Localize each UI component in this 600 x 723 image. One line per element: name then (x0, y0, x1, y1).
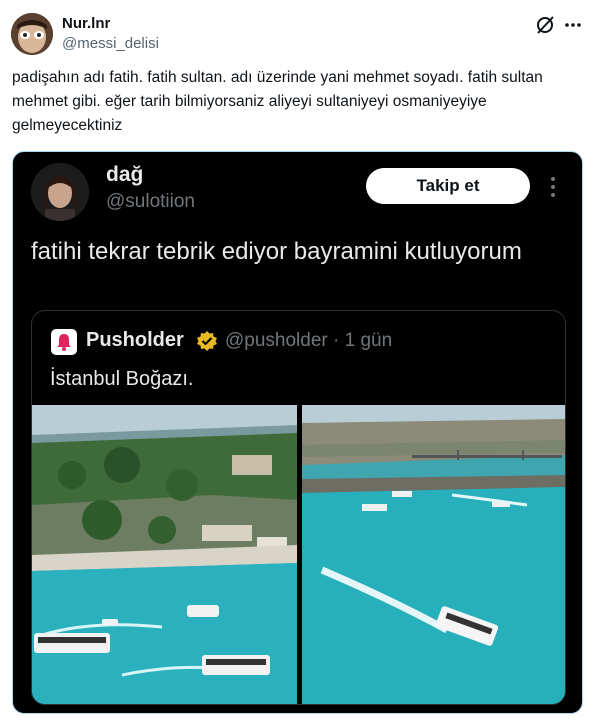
embedded-avatar[interactable] (31, 163, 89, 221)
verified-badge-icon (196, 330, 218, 352)
grok-slash-icon[interactable] (534, 14, 556, 36)
quoted-author-handle[interactable]: @pusholder · 1 gün (225, 330, 392, 352)
photo-golden-horn[interactable] (302, 405, 565, 704)
embedded-post[interactable]: dağ @sulotiion Takip et fatihi tekrar te… (12, 151, 583, 714)
quoted-author-name[interactable]: Pusholder (86, 329, 184, 352)
quoted-handle-text[interactable]: @pusholder (225, 330, 328, 351)
follow-button[interactable]: Takip et (366, 168, 530, 204)
bell-icon (51, 329, 77, 355)
quoted-post[interactable]: Pusholder @pusholder · 1 gün İstanbul Bo… (31, 310, 566, 705)
embedded-author-handle[interactable]: @sulotiion (106, 191, 195, 213)
author-handle[interactable]: @messi_delisi (62, 35, 159, 52)
quoted-timestamp[interactable]: · 1 gün (333, 330, 392, 351)
embedded-post-text: fatihi tekrar tebrik ediyor bayramini ku… (31, 238, 522, 265)
embedded-author-name[interactable]: dağ (106, 163, 143, 187)
tweet-text: padişahın adı fatih. fatih sultan. adı ü… (12, 69, 543, 134)
avatar[interactable] (11, 13, 53, 55)
author-name[interactable]: Nur.lnr (62, 15, 110, 32)
more-horizontal-icon[interactable] (562, 14, 584, 36)
more-vertical-icon[interactable] (545, 174, 561, 200)
photo-historic-peninsula[interactable] (32, 405, 297, 704)
tweet-header: Nur.lnr @messi_delisi (0, 0, 600, 60)
quoted-post-text: İstanbul Boğazı. (50, 368, 194, 390)
